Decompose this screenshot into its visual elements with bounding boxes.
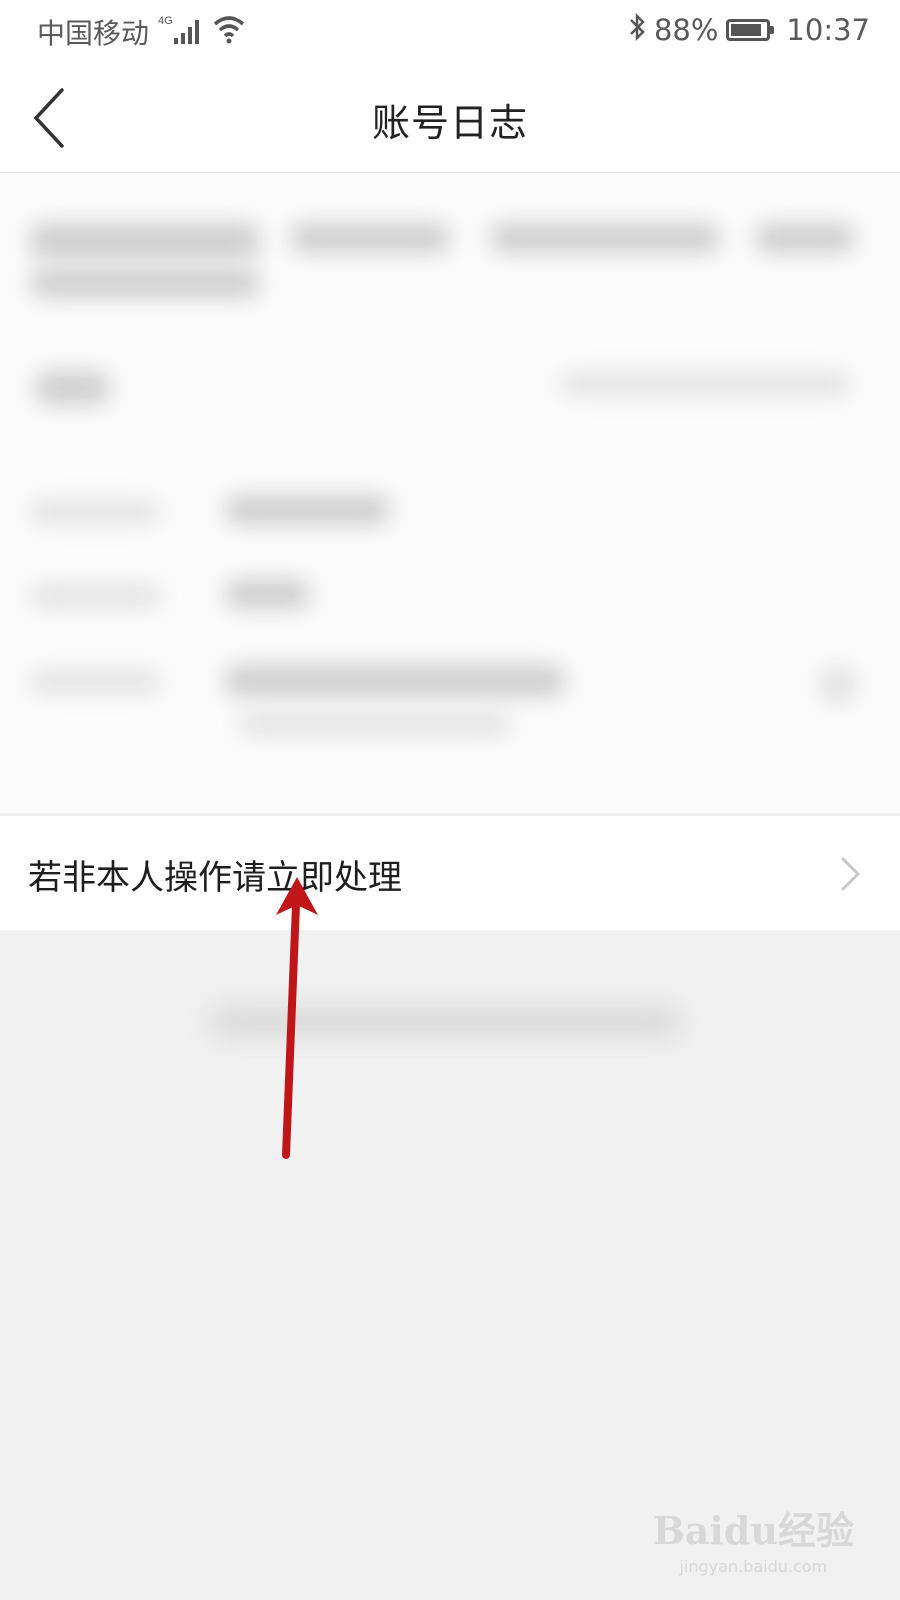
blurred-text-block	[30, 585, 160, 607]
wifi-icon	[212, 12, 246, 50]
blurred-text-block	[560, 373, 850, 395]
nav-bar: 账号日志	[0, 64, 900, 173]
blurred-text-block	[30, 671, 160, 693]
blurred-text-block	[755, 223, 855, 253]
blurred-text-block	[240, 713, 510, 735]
network-type-label: 4G	[158, 15, 173, 27]
report-unauthorized-row[interactable]: 若非本人操作请立即处理	[0, 815, 900, 930]
blurred-text-block	[490, 223, 720, 253]
chevron-right-icon	[840, 856, 862, 896]
blurred-text-block	[30, 223, 260, 259]
signal-icon: 4G	[158, 12, 204, 50]
blurred-text-block	[30, 268, 260, 298]
bluetooth-icon	[628, 12, 646, 49]
blurred-text-block	[290, 223, 450, 253]
watermark-brand: Baidu经验	[652, 1508, 854, 1553]
blurred-text-block	[225, 665, 565, 697]
annotation-arrow	[270, 875, 330, 1169]
battery-icon	[726, 19, 775, 41]
blurred-text-block	[30, 501, 160, 523]
report-unauthorized-label: 若非本人操作请立即处理	[28, 858, 402, 898]
battery-level-fill	[731, 24, 762, 36]
blurred-text-block	[820, 667, 856, 703]
page-title: 账号日志	[371, 101, 528, 145]
blurred-text-block	[225, 495, 390, 525]
baidu-watermark: Baidu经验 jingyan.baidu.com	[653, 1500, 854, 1576]
blurred-log-details	[0, 173, 900, 813]
clock: 10:37	[786, 13, 870, 47]
blurred-text-block	[225, 579, 310, 609]
carrier-name: 中国移动	[37, 17, 150, 50]
blurred-text-block	[35, 371, 110, 405]
watermark-url: jingyan.baidu.com	[679, 1557, 828, 1576]
status-bar: 中国移动 4G 88% 10:37	[0, 0, 900, 64]
status-right: 88% 10:37	[628, 10, 870, 50]
battery-percent: 88%	[653, 13, 719, 47]
